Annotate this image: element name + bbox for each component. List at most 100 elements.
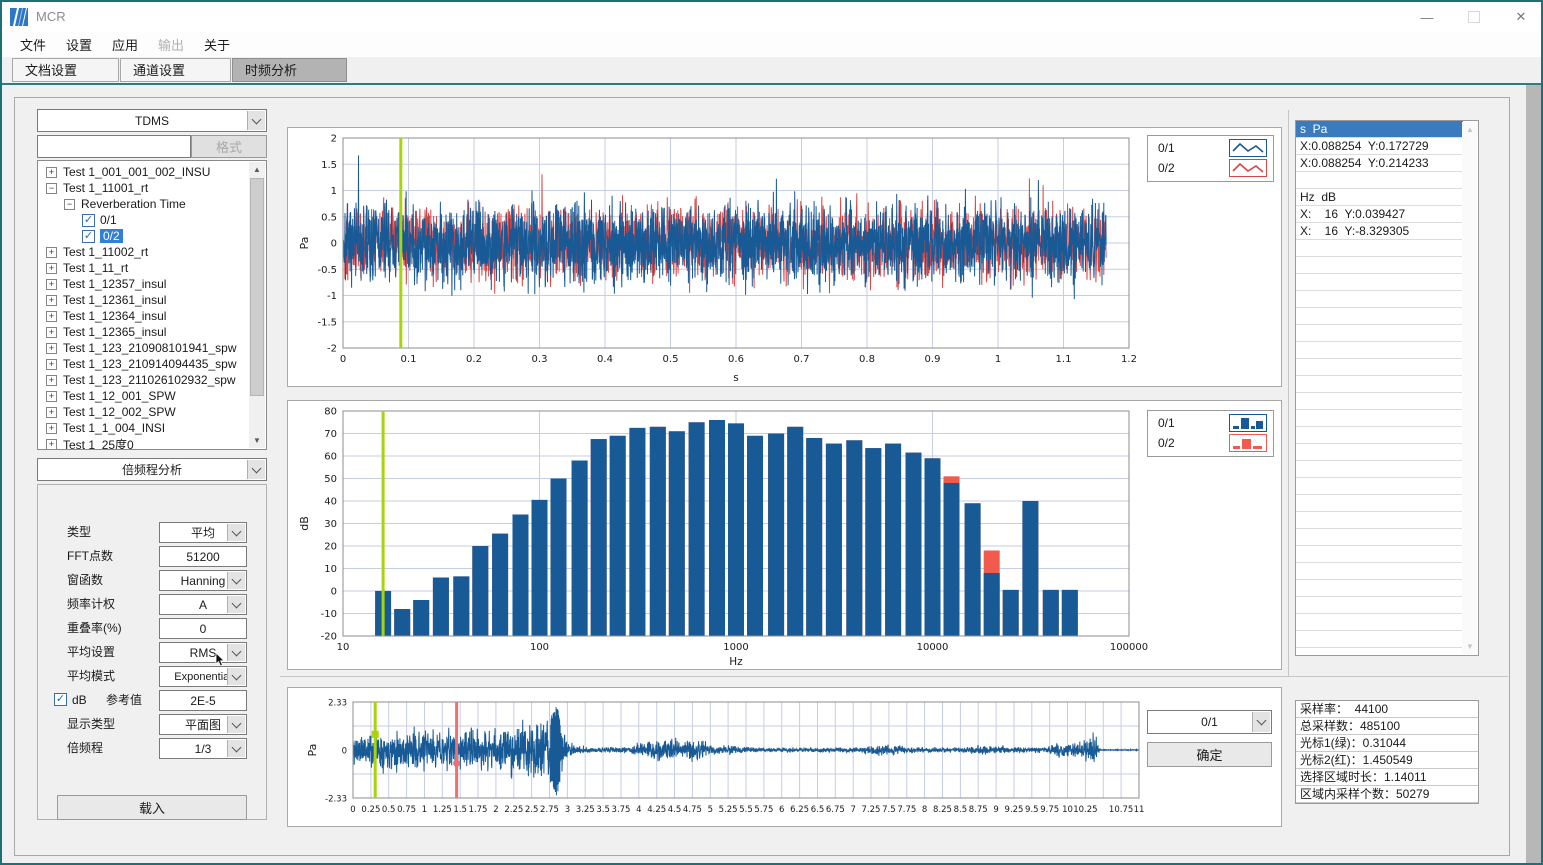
file-tree[interactable]: + Test 1_001_001_002_INSU−Test 1_11001_rt… <box>37 160 267 450</box>
tree-item[interactable]: −Reverberation Time <box>38 196 266 212</box>
tree-item[interactable]: ✓0/2 <box>38 228 266 244</box>
channel-select[interactable]: 0/1 <box>1147 710 1272 734</box>
tree-item[interactable]: +Test 1_12_001_SPW <box>38 388 266 404</box>
display-type-select[interactable]: 平面图 <box>159 714 247 735</box>
chevron-down-icon <box>247 460 265 479</box>
tree-item[interactable]: +Test 1_12_002_SPW <box>38 404 266 420</box>
expand-icon[interactable]: + <box>46 439 57 450</box>
menu-item-输出[interactable]: 输出 <box>148 35 194 54</box>
tab-文档设置[interactable]: 文档设置 <box>12 58 119 82</box>
svg-text:6.5: 6.5 <box>811 805 825 815</box>
menu-bar: 文件设置应用输出关于 <box>2 32 1543 57</box>
legend-row-0/2[interactable]: 0/2 <box>1148 158 1273 178</box>
svg-text:5.75: 5.75 <box>754 805 773 815</box>
expand-icon[interactable]: + <box>46 327 57 338</box>
tree-item[interactable]: +Test 1_12357_insul <box>38 276 266 292</box>
expand-icon[interactable]: + <box>46 279 57 290</box>
legend-row-0/2[interactable]: 0/2 <box>1148 433 1273 453</box>
panel-divider <box>280 676 1508 677</box>
tree-checkbox[interactable]: ✓ <box>82 230 95 243</box>
tree-item-label: Test 1_001_001_002_INSU <box>63 165 210 179</box>
scroll-up-icon[interactable]: ▲ <box>249 162 265 177</box>
scroll-up-icon[interactable]: ▲ <box>1462 122 1478 137</box>
collapse-icon[interactable]: − <box>64 199 75 210</box>
expand-icon[interactable]: + <box>46 311 57 322</box>
freq-weighting-select[interactable]: A <box>159 594 247 615</box>
time-waveform-chart[interactable]: 00.10.20.30.40.50.60.70.80.911.11.221.51… <box>287 127 1282 387</box>
svg-text:0: 0 <box>331 587 337 598</box>
tree-item[interactable]: +Test 1_123_211026102932_spw <box>38 372 266 388</box>
readout-row-empty <box>1296 614 1463 631</box>
svg-text:9: 9 <box>993 805 998 815</box>
scroll-down-icon[interactable]: ▼ <box>1462 639 1478 654</box>
chevron-down-icon <box>227 740 245 757</box>
expand-icon[interactable]: + <box>46 247 57 258</box>
tree-item[interactable]: +Test 1_12361_insul <box>38 292 266 308</box>
legend-row-0/1[interactable]: 0/1 <box>1148 413 1273 433</box>
readout-row-empty <box>1296 308 1463 325</box>
tree-item[interactable]: −Test 1_11001_rt <box>38 180 266 196</box>
octave-select[interactable]: 1/3 <box>159 738 247 759</box>
tree-item[interactable]: +Test 1_12365_insul <box>38 324 266 340</box>
expand-icon[interactable]: + <box>46 295 57 306</box>
svg-text:9.5: 9.5 <box>1025 805 1039 815</box>
type-select[interactable]: 平均 <box>159 522 247 543</box>
window-fn-select[interactable]: Hanning <box>159 570 247 591</box>
analysis-type-select[interactable]: 倍频程分析 <box>37 458 267 481</box>
window-scrollbar-strip[interactable] <box>1526 85 1541 863</box>
collapse-icon[interactable]: − <box>46 183 57 194</box>
ref-value-input[interactable]: 2E-5 <box>159 690 247 711</box>
svg-text:0.2: 0.2 <box>466 354 482 365</box>
avg-setting-select[interactable]: RMS <box>159 642 247 663</box>
expand-icon[interactable]: + <box>46 263 57 274</box>
minimize-button[interactable]: — <box>1405 2 1449 32</box>
svg-text:1.5: 1.5 <box>453 805 467 815</box>
close-button[interactable]: ✕ <box>1499 2 1543 32</box>
fft-points-input[interactable]: 51200 <box>159 546 247 567</box>
tree-item[interactable]: +Test 1_25度0 <box>38 436 266 450</box>
expand-icon[interactable]: + <box>46 375 57 386</box>
tree-item[interactable]: +Test 1_123_210914094435_spw <box>38 356 266 372</box>
filter-input[interactable] <box>37 135 191 158</box>
svg-text:2.33: 2.33 <box>328 699 347 709</box>
readout-scrollbar[interactable]: ▲ ▼ <box>1462 122 1477 654</box>
tree-item[interactable]: +Test 1_1_004_INSI <box>38 420 266 436</box>
expand-icon[interactable]: + <box>46 167 57 178</box>
tree-item[interactable]: +Test 1_11_rt <box>38 260 266 276</box>
maximize-button[interactable] <box>1452 2 1496 32</box>
overlap-input[interactable]: 0 <box>159 618 247 639</box>
menu-item-应用[interactable]: 应用 <box>102 35 148 54</box>
tree-item[interactable]: + Test 1_001_001_002_INSU <box>38 164 266 180</box>
expand-icon[interactable]: + <box>46 359 57 370</box>
menu-item-设置[interactable]: 设置 <box>56 35 102 54</box>
tab-时频分析[interactable]: 时频分析 <box>232 58 347 82</box>
octave-spectrum-chart[interactable]: 1010010001000010000080706050403020100-10… <box>287 400 1282 670</box>
tree-checkbox[interactable]: ✓ <box>82 214 95 227</box>
db-checkbox[interactable]: ✓ <box>54 693 67 706</box>
expand-icon[interactable]: + <box>46 407 57 418</box>
readout-row: X:0.088254 Y:0.172729 <box>1296 138 1463 155</box>
menu-item-关于[interactable]: 关于 <box>194 35 240 54</box>
format-button[interactable]: 格式 <box>191 135 267 158</box>
tree-scrollbar[interactable]: ▲ ▼ <box>249 162 265 448</box>
tree-item[interactable]: +Test 1_11002_rt <box>38 244 266 260</box>
load-button[interactable]: 载入 <box>57 795 247 820</box>
tree-item[interactable]: +Test 1_123_210908101941_spw <box>38 340 266 356</box>
avg-mode-label: 平均模式 <box>67 666 115 687</box>
scroll-down-icon[interactable]: ▼ <box>249 433 265 448</box>
tree-item[interactable]: ✓0/1 <box>38 212 266 228</box>
readout-row-empty <box>1296 427 1463 444</box>
confirm-button[interactable]: 确定 <box>1147 742 1272 767</box>
overview-waveform-chart[interactable]: 00.250.50.7511.251.51.7522.252.52.7533.2… <box>287 687 1282 827</box>
menu-item-文件[interactable]: 文件 <box>10 35 56 54</box>
avg-mode-select[interactable]: Exponential <box>159 666 247 687</box>
expand-icon[interactable]: + <box>46 343 57 354</box>
tab-通道设置[interactable]: 通道设置 <box>120 58 231 82</box>
expand-icon[interactable]: + <box>46 423 57 434</box>
expand-icon[interactable]: + <box>46 391 57 402</box>
svg-text:11: 11 <box>1134 805 1145 815</box>
tree-item[interactable]: +Test 1_12364_insul <box>38 308 266 324</box>
tree-scrollbar-thumb[interactable] <box>250 178 264 396</box>
file-format-select[interactable]: TDMS <box>37 109 267 132</box>
legend-row-0/1[interactable]: 0/1 <box>1148 138 1273 158</box>
